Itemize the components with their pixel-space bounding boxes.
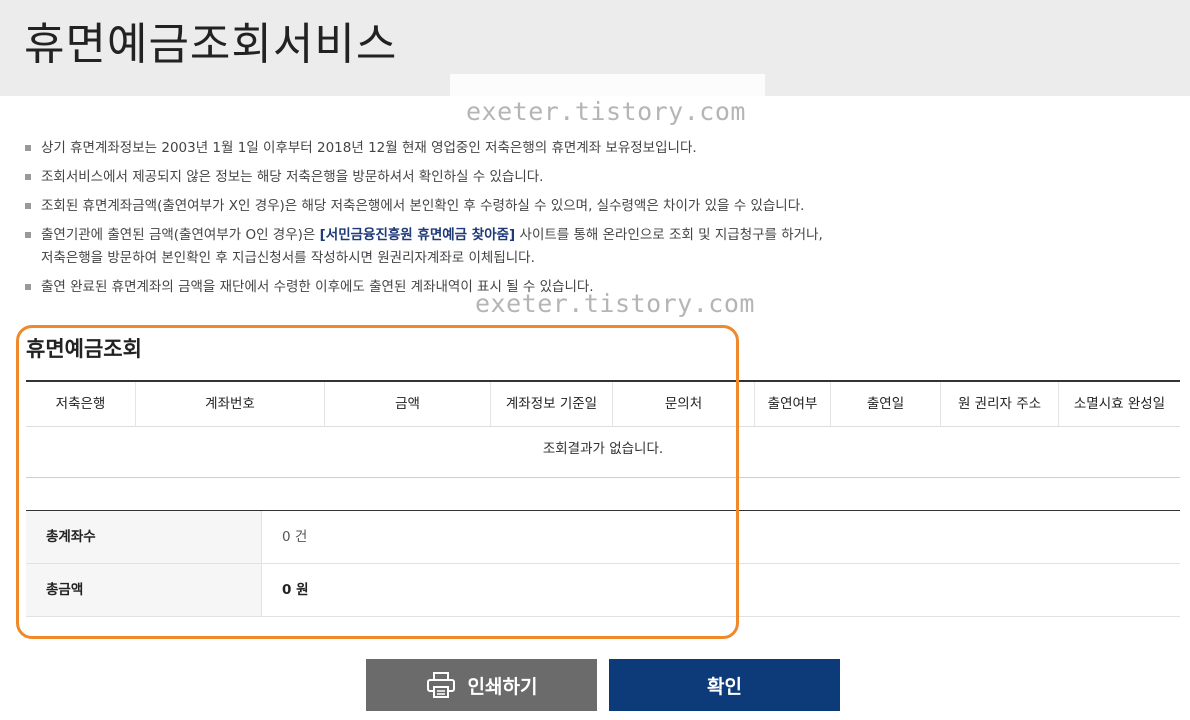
dormant-deposit-site-link[interactable]: [서민금융진흥원 휴면예금 찾아줌]	[320, 227, 516, 243]
column-header-expiry-date: 소멸시효 완성일	[1073, 396, 1166, 412]
column-header-bank: 저축은행	[26, 382, 136, 426]
page-title: 휴면예금조회서비스	[24, 19, 398, 70]
column-header-contact: 문의처	[613, 382, 755, 426]
section-title: 휴면예금조회	[26, 337, 142, 361]
notice-list: 상기 휴면계좌정보는 2003년 1월 1일 이후부터 2018년 12월 현재…	[24, 134, 1174, 302]
column-header-contribution: 출연여부	[755, 382, 831, 426]
notice-item: 조회된 휴면계좌금액(출연여부가 X인 경우)은 해당 저축은행에서 본인확인 …	[24, 192, 1174, 221]
column-header-base-date: 계좌정보 기준일	[491, 382, 613, 426]
summary-table: 총계좌수 0 건 총금액 0 원	[26, 510, 1180, 617]
empty-result-message: 조회결과가 없습니다.	[26, 425, 1180, 478]
watermark-bottom: exeter.tistory.com	[475, 289, 755, 318]
confirm-button[interactable]: 확인	[609, 659, 840, 711]
notice-item: 출연기관에 출연된 금액(출연여부가 O인 경우)은 [서민금융진흥원 휴면예금…	[24, 221, 1174, 273]
summary-row-total-accounts: 총계좌수 0 건	[26, 511, 1180, 564]
printer-icon	[426, 672, 455, 698]
bullet-icon	[25, 203, 31, 209]
bullet-icon	[25, 145, 31, 151]
column-header-contribution-date: 출연일	[831, 382, 941, 426]
total-accounts-label: 총계좌수	[26, 511, 262, 563]
bullet-icon	[25, 284, 31, 290]
column-header-amount: 금액	[325, 382, 491, 426]
column-header-owner-address: 원 권리자 주소	[941, 382, 1059, 426]
summary-row-total-amount: 총금액 0 원	[26, 564, 1180, 617]
watermark-top: exeter.tistory.com	[466, 97, 746, 126]
print-button[interactable]: 인쇄하기	[366, 659, 597, 711]
bullet-icon	[25, 232, 31, 238]
result-table-header: 저축은행 계좌번호 금액 계좌정보 기준일 문의처 출연여부 출연일 원 권리자…	[26, 380, 1180, 427]
total-accounts-value: 0 건	[282, 529, 308, 545]
notice-item: 조회서비스에서 제공되지 않은 정보는 해당 저축은행을 방문하셔서 확인하실 …	[24, 163, 1174, 192]
total-amount-label: 총금액	[26, 564, 262, 616]
column-header-account-number: 계좌번호	[136, 382, 325, 426]
notice-item: 상기 휴면계좌정보는 2003년 1월 1일 이후부터 2018년 12월 현재…	[24, 134, 1174, 163]
total-amount-value: 0 원	[282, 582, 309, 598]
print-button-label: 인쇄하기	[467, 675, 538, 698]
bullet-icon	[25, 174, 31, 180]
confirm-button-label: 확인	[707, 675, 742, 698]
